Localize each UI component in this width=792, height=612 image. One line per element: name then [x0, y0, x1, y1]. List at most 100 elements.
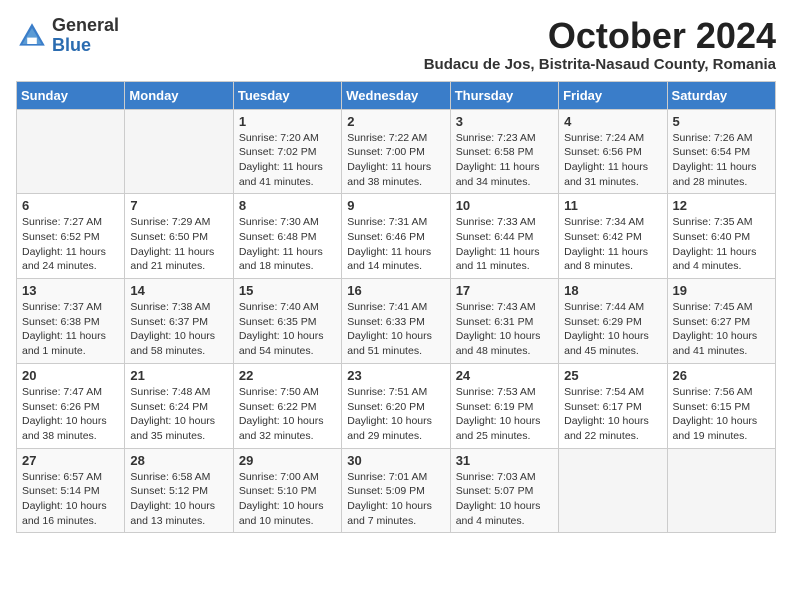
day-detail: Sunrise: 7:51 AM Sunset: 6:20 PM Dayligh… — [347, 385, 444, 444]
day-header-friday: Friday — [559, 81, 667, 109]
day-detail: Sunrise: 7:00 AM Sunset: 5:10 PM Dayligh… — [239, 470, 336, 529]
calendar-header-row: SundayMondayTuesdayWednesdayThursdayFrid… — [17, 81, 776, 109]
day-number: 17 — [456, 283, 553, 298]
calendar-cell: 18 Sunrise: 7:44 AM Sunset: 6:29 PM Dayli… — [559, 279, 667, 364]
day-number: 8 — [239, 198, 336, 213]
calendar-cell: 27 Sunrise: 6:57 AM Sunset: 5:14 PM Dayli… — [17, 448, 125, 533]
location-subtitle: Budacu de Jos, Bistrita-Nasaud County, R… — [424, 56, 776, 73]
calendar-cell: 5 Sunrise: 7:26 AM Sunset: 6:54 PM Daylig… — [667, 109, 775, 194]
calendar-cell: 25Sunrise: 7:54 AM Sunset: 6:17 PM Dayli… — [559, 363, 667, 448]
calendar-cell: 28Sunrise: 6:58 AM Sunset: 5:12 PM Dayli… — [125, 448, 233, 533]
day-detail: Sunrise: 7:29 AM Sunset: 6:50 PM Dayligh… — [130, 215, 227, 274]
calendar-cell: 12 Sunrise: 7:35 AM Sunset: 6:40 PM Dayli… — [667, 194, 775, 279]
calendar-cell: 3 Sunrise: 7:23 AM Sunset: 6:58 PM Daylig… — [450, 109, 558, 194]
day-number: 30 — [347, 453, 444, 468]
calendar-cell: 14 Sunrise: 7:38 AM Sunset: 6:37 PM Dayli… — [125, 279, 233, 364]
day-number: 13 — [22, 283, 119, 298]
page-header: General Blue October 2024 Budacu de Jos,… — [16, 16, 776, 73]
logo-icon — [16, 20, 48, 52]
day-header-monday: Monday — [125, 81, 233, 109]
day-detail: Sunrise: 7:24 AM Sunset: 6:56 PM Dayligh… — [564, 131, 661, 190]
day-number: 10 — [456, 198, 553, 213]
calendar-week-row: 27 Sunrise: 6:57 AM Sunset: 5:14 PM Dayli… — [17, 448, 776, 533]
day-detail: Sunrise: 7:27 AM Sunset: 6:52 PM Dayligh… — [22, 215, 119, 274]
calendar-cell: 31 Sunrise: 7:03 AM Sunset: 5:07 PM Dayli… — [450, 448, 558, 533]
calendar-cell: 17Sunrise: 7:43 AM Sunset: 6:31 PM Dayli… — [450, 279, 558, 364]
calendar-cell: 19 Sunrise: 7:45 AM Sunset: 6:27 PM Dayli… — [667, 279, 775, 364]
calendar-table: SundayMondayTuesdayWednesdayThursdayFrid… — [16, 81, 776, 534]
month-title: October 2024 — [424, 16, 776, 56]
day-header-wednesday: Wednesday — [342, 81, 450, 109]
day-detail: Sunrise: 7:35 AM Sunset: 6:40 PM Dayligh… — [673, 215, 770, 274]
day-number: 29 — [239, 453, 336, 468]
day-detail: Sunrise: 7:50 AM Sunset: 6:22 PM Dayligh… — [239, 385, 336, 444]
day-number: 12 — [673, 198, 770, 213]
day-number: 1 — [239, 114, 336, 129]
calendar-cell: 30 Sunrise: 7:01 AM Sunset: 5:09 PM Dayli… — [342, 448, 450, 533]
day-number: 15 — [239, 283, 336, 298]
day-detail: Sunrise: 6:57 AM Sunset: 5:14 PM Dayligh… — [22, 470, 119, 529]
calendar-cell: 10 Sunrise: 7:33 AM Sunset: 6:44 PM Dayli… — [450, 194, 558, 279]
day-header-saturday: Saturday — [667, 81, 775, 109]
day-detail: Sunrise: 7:03 AM Sunset: 5:07 PM Dayligh… — [456, 470, 553, 529]
day-number: 11 — [564, 198, 661, 213]
day-number: 16 — [347, 283, 444, 298]
calendar-cell: 29 Sunrise: 7:00 AM Sunset: 5:10 PM Dayli… — [233, 448, 341, 533]
calendar-cell: 13 Sunrise: 7:37 AM Sunset: 6:38 PM Dayli… — [17, 279, 125, 364]
calendar-cell: 4Sunrise: 7:24 AM Sunset: 6:56 PM Daylig… — [559, 109, 667, 194]
calendar-cell: 2 Sunrise: 7:22 AM Sunset: 7:00 PM Daylig… — [342, 109, 450, 194]
day-number: 27 — [22, 453, 119, 468]
day-number: 26 — [673, 368, 770, 383]
calendar-cell: 1 Sunrise: 7:20 AM Sunset: 7:02 PM Daylig… — [233, 109, 341, 194]
calendar-week-row: 1 Sunrise: 7:20 AM Sunset: 7:02 PM Daylig… — [17, 109, 776, 194]
day-number: 21 — [130, 368, 227, 383]
day-detail: Sunrise: 7:45 AM Sunset: 6:27 PM Dayligh… — [673, 300, 770, 359]
calendar-cell: 26 Sunrise: 7:56 AM Sunset: 6:15 PM Dayli… — [667, 363, 775, 448]
calendar-cell: 8Sunrise: 7:30 AM Sunset: 6:48 PM Daylig… — [233, 194, 341, 279]
calendar-cell: 23 Sunrise: 7:51 AM Sunset: 6:20 PM Dayli… — [342, 363, 450, 448]
calendar-cell — [125, 109, 233, 194]
day-number: 18 — [564, 283, 661, 298]
day-detail: Sunrise: 7:37 AM Sunset: 6:38 PM Dayligh… — [22, 300, 119, 359]
calendar-cell: 11 Sunrise: 7:34 AM Sunset: 6:42 PM Dayli… — [559, 194, 667, 279]
day-detail: Sunrise: 7:56 AM Sunset: 6:15 PM Dayligh… — [673, 385, 770, 444]
calendar-cell — [559, 448, 667, 533]
day-number: 9 — [347, 198, 444, 213]
day-number: 7 — [130, 198, 227, 213]
calendar-cell: 15Sunrise: 7:40 AM Sunset: 6:35 PM Dayli… — [233, 279, 341, 364]
logo-text: General Blue — [52, 16, 119, 56]
day-number: 3 — [456, 114, 553, 129]
day-detail: Sunrise: 7:38 AM Sunset: 6:37 PM Dayligh… — [130, 300, 227, 359]
day-detail: Sunrise: 7:23 AM Sunset: 6:58 PM Dayligh… — [456, 131, 553, 190]
day-detail: Sunrise: 7:41 AM Sunset: 6:33 PM Dayligh… — [347, 300, 444, 359]
day-detail: Sunrise: 7:01 AM Sunset: 5:09 PM Dayligh… — [347, 470, 444, 529]
day-detail: Sunrise: 7:34 AM Sunset: 6:42 PM Dayligh… — [564, 215, 661, 274]
day-header-thursday: Thursday — [450, 81, 558, 109]
day-number: 6 — [22, 198, 119, 213]
day-detail: Sunrise: 7:26 AM Sunset: 6:54 PM Dayligh… — [673, 131, 770, 190]
day-number: 28 — [130, 453, 227, 468]
day-number: 20 — [22, 368, 119, 383]
calendar-cell: 24Sunrise: 7:53 AM Sunset: 6:19 PM Dayli… — [450, 363, 558, 448]
day-number: 5 — [673, 114, 770, 129]
day-number: 14 — [130, 283, 227, 298]
day-detail: Sunrise: 7:20 AM Sunset: 7:02 PM Dayligh… — [239, 131, 336, 190]
title-block: October 2024 Budacu de Jos, Bistrita-Nas… — [424, 16, 776, 73]
calendar-cell: 7 Sunrise: 7:29 AM Sunset: 6:50 PM Daylig… — [125, 194, 233, 279]
day-number: 31 — [456, 453, 553, 468]
day-detail: Sunrise: 7:31 AM Sunset: 6:46 PM Dayligh… — [347, 215, 444, 274]
calendar-cell: 21Sunrise: 7:48 AM Sunset: 6:24 PM Dayli… — [125, 363, 233, 448]
day-detail: Sunrise: 7:44 AM Sunset: 6:29 PM Dayligh… — [564, 300, 661, 359]
day-number: 22 — [239, 368, 336, 383]
day-number: 23 — [347, 368, 444, 383]
calendar-cell: 6 Sunrise: 7:27 AM Sunset: 6:52 PM Daylig… — [17, 194, 125, 279]
day-number: 2 — [347, 114, 444, 129]
day-detail: Sunrise: 7:22 AM Sunset: 7:00 PM Dayligh… — [347, 131, 444, 190]
day-number: 19 — [673, 283, 770, 298]
calendar-week-row: 13 Sunrise: 7:37 AM Sunset: 6:38 PM Dayli… — [17, 279, 776, 364]
day-detail: Sunrise: 7:33 AM Sunset: 6:44 PM Dayligh… — [456, 215, 553, 274]
calendar-cell — [667, 448, 775, 533]
day-detail: Sunrise: 7:53 AM Sunset: 6:19 PM Dayligh… — [456, 385, 553, 444]
calendar-cell: 16 Sunrise: 7:41 AM Sunset: 6:33 PM Dayli… — [342, 279, 450, 364]
day-header-tuesday: Tuesday — [233, 81, 341, 109]
